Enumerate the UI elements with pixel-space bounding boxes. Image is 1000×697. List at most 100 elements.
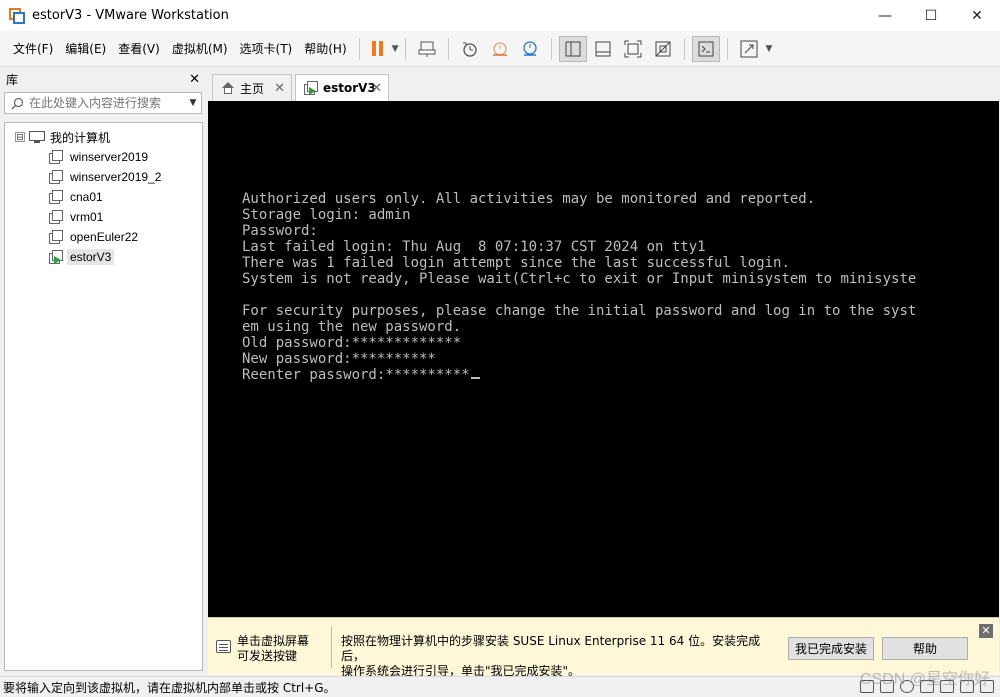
menu-toolbar: 文件(F) 编辑(E) 查看(V) 虚拟机(M) 选项卡(T) 帮助(H) ▼ …: [0, 31, 1000, 67]
menu-help[interactable]: 帮助(H): [298, 38, 352, 60]
tab-home[interactable]: 主页 ✕: [212, 74, 292, 101]
status-bar: 要将输入定向到该虚拟机，请在虚拟机内部单击或按 Ctrl+G。: [0, 676, 1000, 697]
revert-snapshot-button[interactable]: [486, 36, 514, 62]
library-panel: 库 ✕ ▼ ⊟ 我的计算机 winserver2019 winserver201…: [0, 68, 206, 675]
vm-icon: [49, 230, 63, 244]
window-controls: — ☐ ✕: [862, 0, 1000, 31]
console-line: Reenter password:**********: [242, 367, 470, 383]
divider: [331, 626, 332, 668]
tree-item-vm[interactable]: winserver2019_2: [5, 167, 202, 187]
tab-close-icon[interactable]: ✕: [274, 81, 285, 96]
unity-icon: [655, 41, 671, 56]
fullscreen-icon: [624, 40, 642, 57]
finished-installing-button[interactable]: 我已完成安装: [788, 637, 874, 660]
title-bar: estorV3 - VMware Workstation — ☐ ✕: [0, 0, 1000, 31]
vm-console[interactable]: Authorized users only. All activities ma…: [208, 101, 999, 617]
pause-icon: [372, 41, 384, 56]
power-menu-dropdown-icon[interactable]: ▼: [392, 44, 399, 54]
vm-running-icon: [304, 81, 318, 95]
unity-button[interactable]: [649, 36, 677, 62]
library-header: 库 ✕: [0, 68, 206, 90]
tab-close-icon[interactable]: ✕: [371, 81, 382, 96]
library-view-icon: [565, 41, 581, 56]
search-icon: [9, 97, 25, 110]
tree-item-vm[interactable]: vrm01: [5, 207, 202, 227]
console-line: Authorized users only. All activities ma…: [242, 191, 816, 207]
close-icon[interactable]: ✕: [979, 624, 993, 638]
menu-view[interactable]: 查看(V): [112, 38, 166, 60]
minimize-button[interactable]: —: [862, 0, 908, 31]
snapshot-button[interactable]: [456, 36, 484, 62]
computer-icon: [29, 131, 45, 143]
keyboard-icon: [216, 640, 231, 653]
home-icon: [221, 82, 235, 94]
snapshot-manager-button[interactable]: [516, 36, 544, 62]
library-view-button[interactable]: [558, 35, 587, 62]
tree-item-vm[interactable]: winserver2019: [5, 147, 202, 167]
vm-icon: [49, 150, 63, 164]
stretch-guest-button[interactable]: [735, 36, 763, 62]
tree-item-vm[interactable]: cna01: [5, 187, 202, 207]
tree-item-vm[interactable]: openEuler22: [5, 227, 202, 247]
library-search[interactable]: ▼: [4, 92, 202, 114]
menu-file[interactable]: 文件(F): [7, 38, 59, 60]
snapshot-icon: [462, 42, 477, 57]
console-line: Storage login: admin: [242, 207, 411, 223]
vm-icon: [49, 190, 63, 204]
snapshot-manager-icon: [522, 40, 537, 56]
stretch-dropdown-icon[interactable]: ▼: [766, 44, 773, 54]
tree-item-vm-selected[interactable]: estorV3: [5, 247, 202, 267]
console-view-button[interactable]: [691, 35, 720, 62]
toolbar-divider: [447, 37, 449, 60]
console-line: System is not ready, Please wait(Ctrl+c …: [242, 271, 917, 287]
vmware-logo-icon: [9, 7, 25, 24]
library-close-icon[interactable]: ✕: [189, 72, 200, 87]
search-dropdown-icon[interactable]: ▼: [185, 93, 201, 113]
tab-estorv3[interactable]: estorV3 ✕: [295, 74, 389, 101]
thumbnail-bar-icon: [595, 41, 611, 56]
revert-snapshot-icon: [492, 41, 507, 56]
vm-label: cna01: [70, 190, 103, 204]
search-input[interactable]: [25, 96, 185, 110]
maximize-button[interactable]: ☐: [908, 0, 954, 31]
help-button[interactable]: 帮助: [882, 637, 968, 660]
thumbnail-bar-button[interactable]: [589, 36, 617, 62]
send-ctrl-alt-del-button[interactable]: [413, 36, 441, 62]
vm-label: openEuler22: [70, 230, 139, 244]
vm-running-icon: [49, 250, 63, 264]
console-line: Old password:*************: [242, 335, 462, 351]
console-line: em using the new password.: [242, 319, 462, 335]
vm-label: estorV3: [67, 249, 115, 265]
vm-icon: [49, 170, 63, 184]
toolbar-divider: [404, 37, 406, 60]
collapse-icon[interactable]: ⊟: [15, 132, 25, 142]
console-line: For security purposes, please change the…: [242, 303, 917, 319]
vm-label: winserver2019_2: [70, 170, 162, 184]
toolbar-divider: [550, 37, 552, 60]
install-message-line: 按照在物理计算机中的步骤安装 SUSE Linux Enterprise 11 …: [341, 634, 761, 663]
console-line-current: Reenter password:**********: [242, 367, 480, 383]
menu-vm[interactable]: 虚拟机(M): [166, 38, 234, 60]
tree-root-label: 我的计算机: [50, 130, 111, 145]
install-message: 按照在物理计算机中的步骤安装 SUSE Linux Enterprise 11 …: [341, 634, 781, 679]
fullscreen-button[interactable]: [619, 36, 647, 62]
menu-edit[interactable]: 编辑(E): [59, 38, 112, 60]
click-hint-line: 可发送按键: [237, 649, 298, 663]
tab-label: 主页: [240, 81, 265, 96]
click-hint-line: 单击虚拟屏幕: [237, 634, 310, 648]
menu-tabs[interactable]: 选项卡(T): [234, 38, 299, 60]
console-view-icon: [698, 41, 714, 56]
stretch-guest-icon: [740, 40, 758, 57]
close-button[interactable]: ✕: [954, 0, 1000, 31]
console-line: Last failed login: Thu Aug 8 07:10:37 CS…: [242, 239, 706, 255]
tree-root-my-computer[interactable]: ⊟ 我的计算机: [5, 127, 202, 147]
console-line: Password:: [242, 223, 318, 239]
click-hint: 单击虚拟屏幕 可发送按键: [237, 634, 331, 664]
console-line: New password:**********: [242, 351, 436, 367]
watermark: CSDN @星空你好: [859, 671, 990, 688]
tab-label: estorV3: [323, 81, 376, 95]
pause-button[interactable]: [367, 36, 389, 62]
send-ctrl-alt-del-icon: [418, 41, 436, 57]
console-line: There was 1 failed login attempt since t…: [242, 255, 790, 271]
toolbar-divider: [683, 37, 685, 60]
